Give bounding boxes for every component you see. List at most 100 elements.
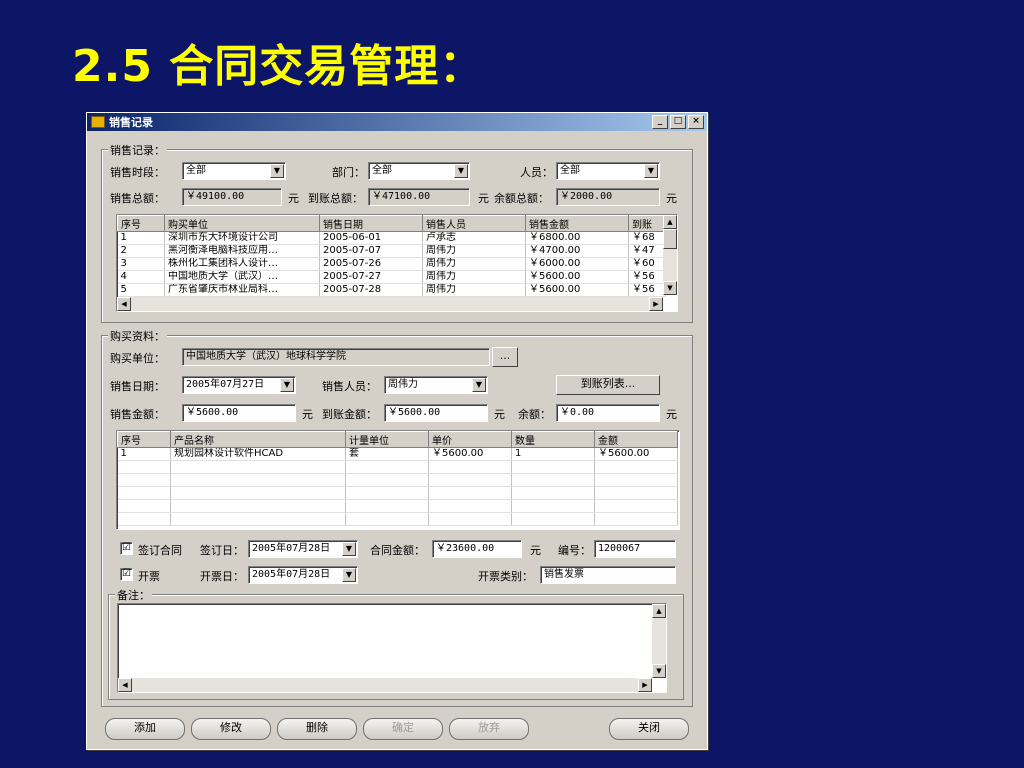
scroll-down-icon[interactable]: ▼ (652, 664, 666, 678)
table-row[interactable]: 1 规划园林设计软件HCAD 套 ￥5600.00 1 ￥5600.00 (117, 447, 678, 461)
memo-textarea[interactable]: ▲ ▼ ◀ ▶ (117, 603, 667, 693)
col-header[interactable]: 序号 (117, 431, 171, 448)
edit-button[interactable]: 修改 (191, 718, 271, 740)
scroll-left-icon[interactable]: ◀ (117, 297, 131, 311)
col-header[interactable]: 数量 (511, 431, 595, 448)
memo-vertical-scrollbar[interactable]: ▲ ▼ (652, 604, 666, 678)
cell: 1 (511, 447, 595, 461)
memo-horizontal-scrollbar[interactable]: ◀ ▶ (118, 678, 652, 692)
person-select[interactable]: 全部 ▼ (556, 162, 660, 180)
col-header[interactable]: 销售日期 (319, 215, 423, 232)
cell: ￥5600.00 (525, 270, 629, 284)
cell: ￥47 (628, 244, 666, 258)
cell: ￥4700.00 (525, 244, 629, 258)
col-header[interactable]: 销售金额 (525, 215, 629, 232)
ok-button[interactable]: 确定 (363, 718, 443, 740)
col-header[interactable]: 序号 (117, 215, 165, 232)
table-row-empty[interactable] (117, 460, 678, 474)
chevron-down-icon[interactable]: ▼ (472, 378, 486, 392)
contract-amount-label: 合同金额： (370, 544, 425, 557)
dept-value: 全部 (372, 165, 392, 176)
chevron-down-icon[interactable]: ▼ (342, 542, 356, 556)
window-title: 销售记录 (109, 116, 153, 129)
number-field[interactable]: 1200067 (594, 540, 676, 558)
col-header[interactable]: 销售人员 (422, 215, 526, 232)
receipt-list-button[interactable]: 到账列表... (556, 375, 660, 395)
cell: ￥60 (628, 257, 666, 271)
scroll-left-icon[interactable]: ◀ (118, 678, 132, 692)
cell: 2005-06-01 (319, 231, 423, 245)
chevron-down-icon[interactable]: ▼ (280, 378, 294, 392)
cancel-button[interactable]: 放弃 (449, 718, 529, 740)
cell: 4 (117, 270, 165, 284)
cell: 1 (117, 231, 165, 245)
scroll-up-icon[interactable]: ▲ (652, 604, 666, 618)
chevron-down-icon[interactable]: ▼ (342, 568, 356, 582)
period-select[interactable]: 全部 ▼ (182, 162, 286, 180)
scroll-right-icon[interactable]: ▶ (649, 297, 663, 311)
table-row-empty[interactable] (117, 512, 678, 526)
invoice-checkbox[interactable]: ☑ (120, 568, 133, 581)
seller-select[interactable]: 周伟力 ▼ (384, 376, 488, 394)
received-label: 到账总额： (308, 192, 363, 205)
add-button[interactable]: 添加 (105, 718, 185, 740)
sales-table[interactable]: 序号 购买单位 销售日期 销售人员 销售金额 到账 1 深圳市东大环境设计公司 20… (116, 214, 678, 312)
col-header[interactable]: 计量单位 (345, 431, 429, 448)
maximize-button[interactable]: □ (670, 115, 686, 129)
col-header[interactable]: 金额 (594, 431, 678, 448)
sale-date-picker[interactable]: 2005年07月27日 ▼ (182, 376, 296, 394)
invoice-date-picker[interactable]: 2005年07月28日 ▼ (248, 566, 358, 584)
table-row[interactable]: 1 深圳市东大环境设计公司 2005-06-01 卢承志 ￥6800.00 ￥68 (117, 231, 666, 245)
sign-date-picker[interactable]: 2005年07月28日 ▼ (248, 540, 358, 558)
invoice-date-value: 2005年07月28日 (252, 569, 331, 580)
contract-amount-field[interactable]: ￥23600.00 (432, 540, 522, 558)
product-table[interactable]: 序号 产品名称 计量单位 单价 数量 金额 1 规划园林设计软件HCAD 套 ￥560… (116, 430, 680, 530)
amount-field[interactable]: ￥5600.00 (182, 404, 296, 422)
total-unit: 元 (288, 192, 299, 205)
col-header[interactable]: 单价 (428, 431, 512, 448)
table-row[interactable]: 5 广东省肇庆市林业局科… 2005-07-28 周伟力 ￥5600.00 ￥56 (117, 283, 666, 297)
table-row-empty[interactable] (117, 486, 678, 500)
chevron-down-icon[interactable]: ▼ (644, 164, 658, 178)
table-row[interactable]: 3 株州化工集团科人设计… 2005-07-26 周伟力 ￥6000.00 ￥60 (117, 257, 666, 271)
contract-checkbox[interactable]: ☑ (120, 542, 133, 555)
received-amount-field[interactable]: ￥5600.00 (384, 404, 488, 422)
close-window-button[interactable]: × (688, 115, 704, 129)
balance-field: ￥2000.00 (556, 188, 660, 206)
table-row-empty[interactable] (117, 473, 678, 487)
balance-amount-field[interactable]: ￥0.00 (556, 404, 660, 422)
vertical-scrollbar[interactable]: ▲ ▼ (663, 215, 677, 295)
invoice-type-field[interactable]: 销售发票 (540, 566, 676, 584)
minimize-button[interactable]: _ (652, 115, 668, 129)
sale-date-value: 2005年07月27日 (186, 379, 265, 390)
title-bar[interactable]: 销售记录 _ □ × (87, 113, 707, 131)
horizontal-scrollbar[interactable]: ◀ ▶ (117, 297, 663, 311)
sales-group-label: 销售记录： (108, 142, 167, 158)
purchase-group-label: 购买资料： (108, 328, 167, 344)
balance-unit: 元 (666, 192, 677, 205)
total-field: ￥49100.00 (182, 188, 282, 206)
table-row[interactable]: 2 黑河衡泽电脑科技应用… 2005-07-07 周伟力 ￥4700.00 ￥47 (117, 244, 666, 258)
balance-label: 余额总额： (494, 192, 549, 205)
scroll-down-icon[interactable]: ▼ (663, 281, 677, 295)
delete-button[interactable]: 删除 (277, 718, 357, 740)
close-button[interactable]: 关闭 (609, 718, 689, 740)
seller-value: 周伟力 (388, 379, 418, 390)
col-header[interactable]: 产品名称 (170, 431, 346, 448)
table-row-empty[interactable] (117, 499, 678, 513)
chevron-down-icon[interactable]: ▼ (270, 164, 284, 178)
col-header[interactable]: 购买单位 (164, 215, 320, 232)
chevron-down-icon[interactable]: ▼ (454, 164, 468, 178)
col-header[interactable]: 到账 (628, 215, 666, 232)
cell: ￥56 (628, 270, 666, 284)
amount-unit: 元 (302, 408, 313, 421)
dept-select[interactable]: 全部 ▼ (368, 162, 470, 180)
browse-button[interactable]: ... (492, 347, 518, 367)
scroll-thumb[interactable] (663, 229, 677, 249)
cell: ￥5600.00 (594, 447, 678, 461)
received-unit: 元 (478, 192, 489, 205)
table-row[interactable]: 4 中国地质大学（武汉）… 2005-07-27 周伟力 ￥5600.00 ￥56 (117, 270, 666, 284)
scroll-right-icon[interactable]: ▶ (638, 678, 652, 692)
scroll-up-icon[interactable]: ▲ (663, 215, 677, 229)
person-value: 全部 (560, 165, 580, 176)
